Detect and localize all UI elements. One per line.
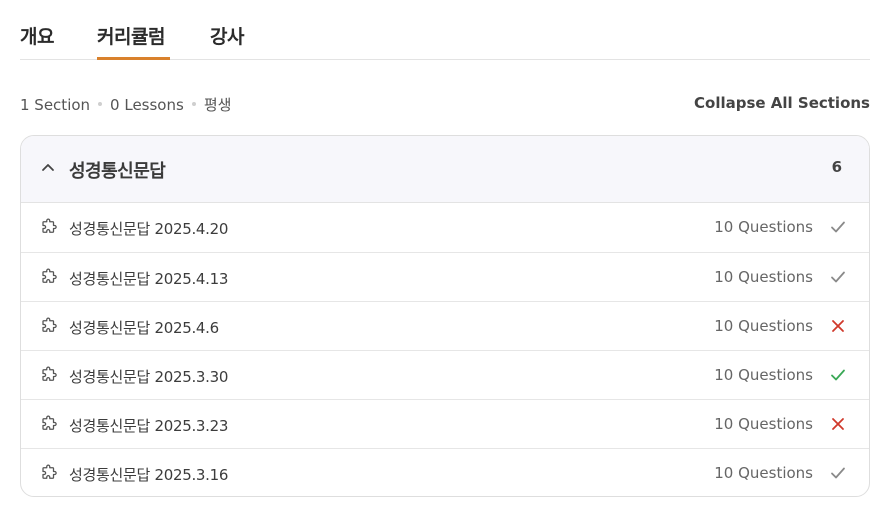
separator-dot bbox=[191, 102, 196, 106]
lesson-title: 성경통신문답 2025.3.30 bbox=[69, 368, 229, 386]
collapse-all-sections-button[interactable]: Collapse All Sections bbox=[694, 94, 870, 112]
tab-overview[interactable]: 개요 bbox=[20, 22, 54, 49]
course-tabs: 개요 커리큘럼 강사 bbox=[20, 0, 870, 60]
question-count: 10 Questions bbox=[714, 366, 813, 384]
cross-icon bbox=[832, 418, 844, 430]
question-count: 10 Questions bbox=[714, 268, 813, 286]
check-icon bbox=[831, 467, 845, 479]
section-count-text: 1 Section bbox=[20, 96, 91, 114]
tab-instructor[interactable]: 강사 bbox=[210, 22, 244, 49]
lesson-title: 성경통신문답 2025.4.20 bbox=[69, 220, 229, 238]
section-title: 성경통신문답 bbox=[69, 161, 166, 182]
lesson-item[interactable]: 성경통신문답 2025.4.6 10 Questions bbox=[21, 301, 869, 350]
active-tab-indicator bbox=[97, 57, 170, 60]
lesson-item[interactable]: 성경통신문답 2025.4.20 10 Questions bbox=[21, 203, 869, 252]
lesson-title: 성경통신문답 2025.4.6 bbox=[69, 319, 219, 337]
lesson-title: 성경통신문답 2025.3.23 bbox=[69, 417, 229, 435]
tab-curriculum[interactable]: 커리큘럼 bbox=[97, 22, 165, 49]
question-count: 10 Questions bbox=[714, 317, 813, 335]
check-icon bbox=[831, 221, 845, 233]
lesson-item[interactable]: 성경통신문답 2025.3.30 10 Questions bbox=[21, 350, 869, 399]
puzzle-icon bbox=[42, 366, 57, 381]
question-count: 10 Questions bbox=[714, 415, 813, 433]
separator-dot bbox=[98, 102, 103, 106]
lesson-item[interactable]: 성경통신문답 2025.3.16 10 Questions bbox=[21, 448, 869, 496]
duration-text: 평생 bbox=[203, 96, 232, 114]
section-item-count: 6 bbox=[831, 158, 842, 176]
puzzle-icon bbox=[42, 268, 57, 283]
question-count: 10 Questions bbox=[714, 218, 813, 236]
section-header[interactable]: 성경통신문답 6 bbox=[21, 136, 869, 203]
curriculum-meta: 1 Section 0 Lessons 평생 bbox=[20, 94, 231, 115]
section-card: 성경통신문답 6 성경통신문답 2025.4.20 10 Questions 성경통… bbox=[20, 135, 870, 497]
chevron-up-icon bbox=[42, 164, 54, 171]
course-curriculum-panel: 개요 커리큘럼 강사 1 Section 0 Lessons 평생 Collapse… bbox=[0, 0, 882, 516]
cross-icon bbox=[832, 320, 844, 332]
lesson-title: 성경통신문답 2025.3.16 bbox=[69, 466, 229, 484]
check-icon bbox=[831, 369, 845, 381]
puzzle-icon bbox=[42, 218, 57, 233]
check-icon bbox=[831, 271, 845, 283]
lesson-item[interactable]: 성경통신문답 2025.4.13 10 Questions bbox=[21, 252, 869, 301]
lesson-item[interactable]: 성경통신문답 2025.3.23 10 Questions bbox=[21, 399, 869, 448]
lesson-title: 성경통신문답 2025.4.13 bbox=[69, 270, 229, 288]
lesson-count-text: 0 Lessons bbox=[110, 96, 184, 114]
question-count: 10 Questions bbox=[714, 464, 813, 482]
puzzle-icon bbox=[42, 317, 57, 332]
puzzle-icon bbox=[42, 464, 57, 479]
puzzle-icon bbox=[42, 415, 57, 430]
